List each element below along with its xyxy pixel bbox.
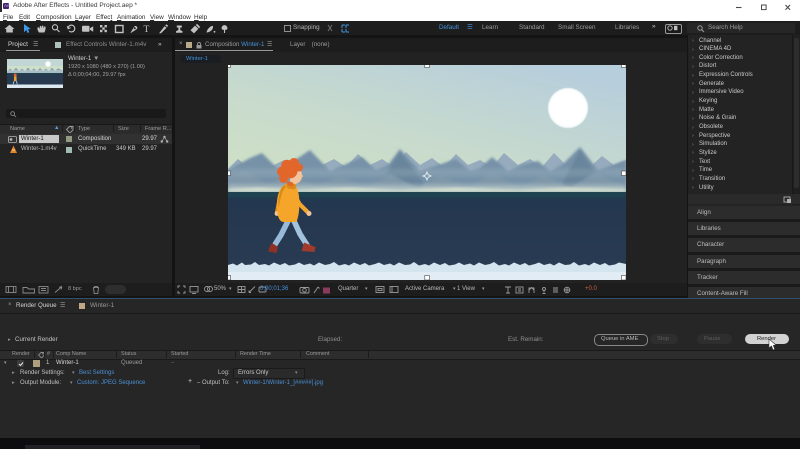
svg-text:T: T (144, 24, 150, 35)
